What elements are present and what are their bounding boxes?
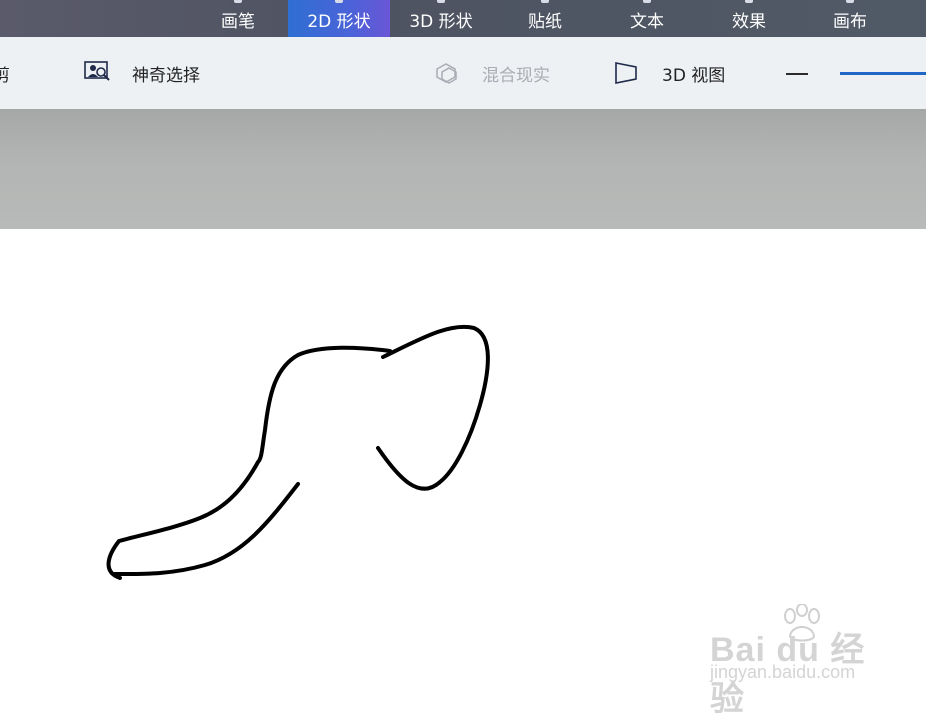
mixed-reality-label: 混合现实 (482, 65, 550, 86)
tab-label: 画布 (833, 12, 867, 32)
tab-label: 3D 形状 (409, 12, 473, 32)
tab-brushes[interactable]: 画笔 (188, 0, 288, 37)
tab-label: 2D 形状 (307, 12, 371, 32)
tab-icon-stub (541, 0, 549, 3)
tab-label: 画笔 (221, 12, 255, 32)
crop-button[interactable]: 裁剪 (0, 37, 10, 109)
crop-label: 裁剪 (0, 65, 10, 86)
tab-icon-stub (335, 0, 343, 3)
zoom-out-minus-icon[interactable] (786, 73, 808, 75)
tab-icon-stub (234, 0, 242, 3)
view-3d-icon (615, 62, 637, 84)
lower-stroke (113, 482, 300, 577)
tab-effects[interactable]: 效果 (698, 0, 800, 37)
tab-icon-stub (643, 0, 651, 3)
tab-canvas[interactable]: 画布 (800, 0, 900, 37)
upper-stroke (106, 345, 392, 580)
tab-icon-stub (745, 0, 753, 3)
tab-icon-stub (846, 0, 854, 3)
tab-icon-stub (437, 0, 445, 3)
head-stroke (376, 324, 490, 491)
ribbon-bar: 画笔 2D 形状 3D 形状 贴纸 文本 效果 画布 (0, 0, 926, 37)
magic-select-button[interactable]: 神奇选择 (84, 37, 200, 109)
view-3d-label: 3D 视图 (662, 65, 726, 86)
mixed-reality-button[interactable]: 混合现实 (434, 37, 550, 109)
tab-stickers[interactable]: 贴纸 (494, 0, 596, 37)
magic-select-icon (84, 61, 110, 81)
baidu-watermark: Bai du 经验 jingyan.baidu.com (706, 604, 886, 718)
tab-label: 贴纸 (528, 12, 562, 32)
tab-text[interactable]: 文本 (596, 0, 698, 37)
workspace-background (0, 109, 926, 229)
tab-label: 效果 (732, 12, 766, 32)
tab-2d-shapes[interactable]: 2D 形状 (288, 0, 390, 37)
watermark-url: jingyan.baidu.com (710, 662, 856, 682)
mixed-reality-icon (436, 63, 457, 84)
view-3d-button[interactable]: 3D 视图 (614, 37, 725, 109)
tab-label: 文本 (630, 12, 664, 32)
magic-select-label: 神奇选择 (132, 65, 200, 86)
zoom-slider[interactable] (840, 72, 926, 75)
tab-3d-shapes[interactable]: 3D 形状 (390, 0, 492, 37)
